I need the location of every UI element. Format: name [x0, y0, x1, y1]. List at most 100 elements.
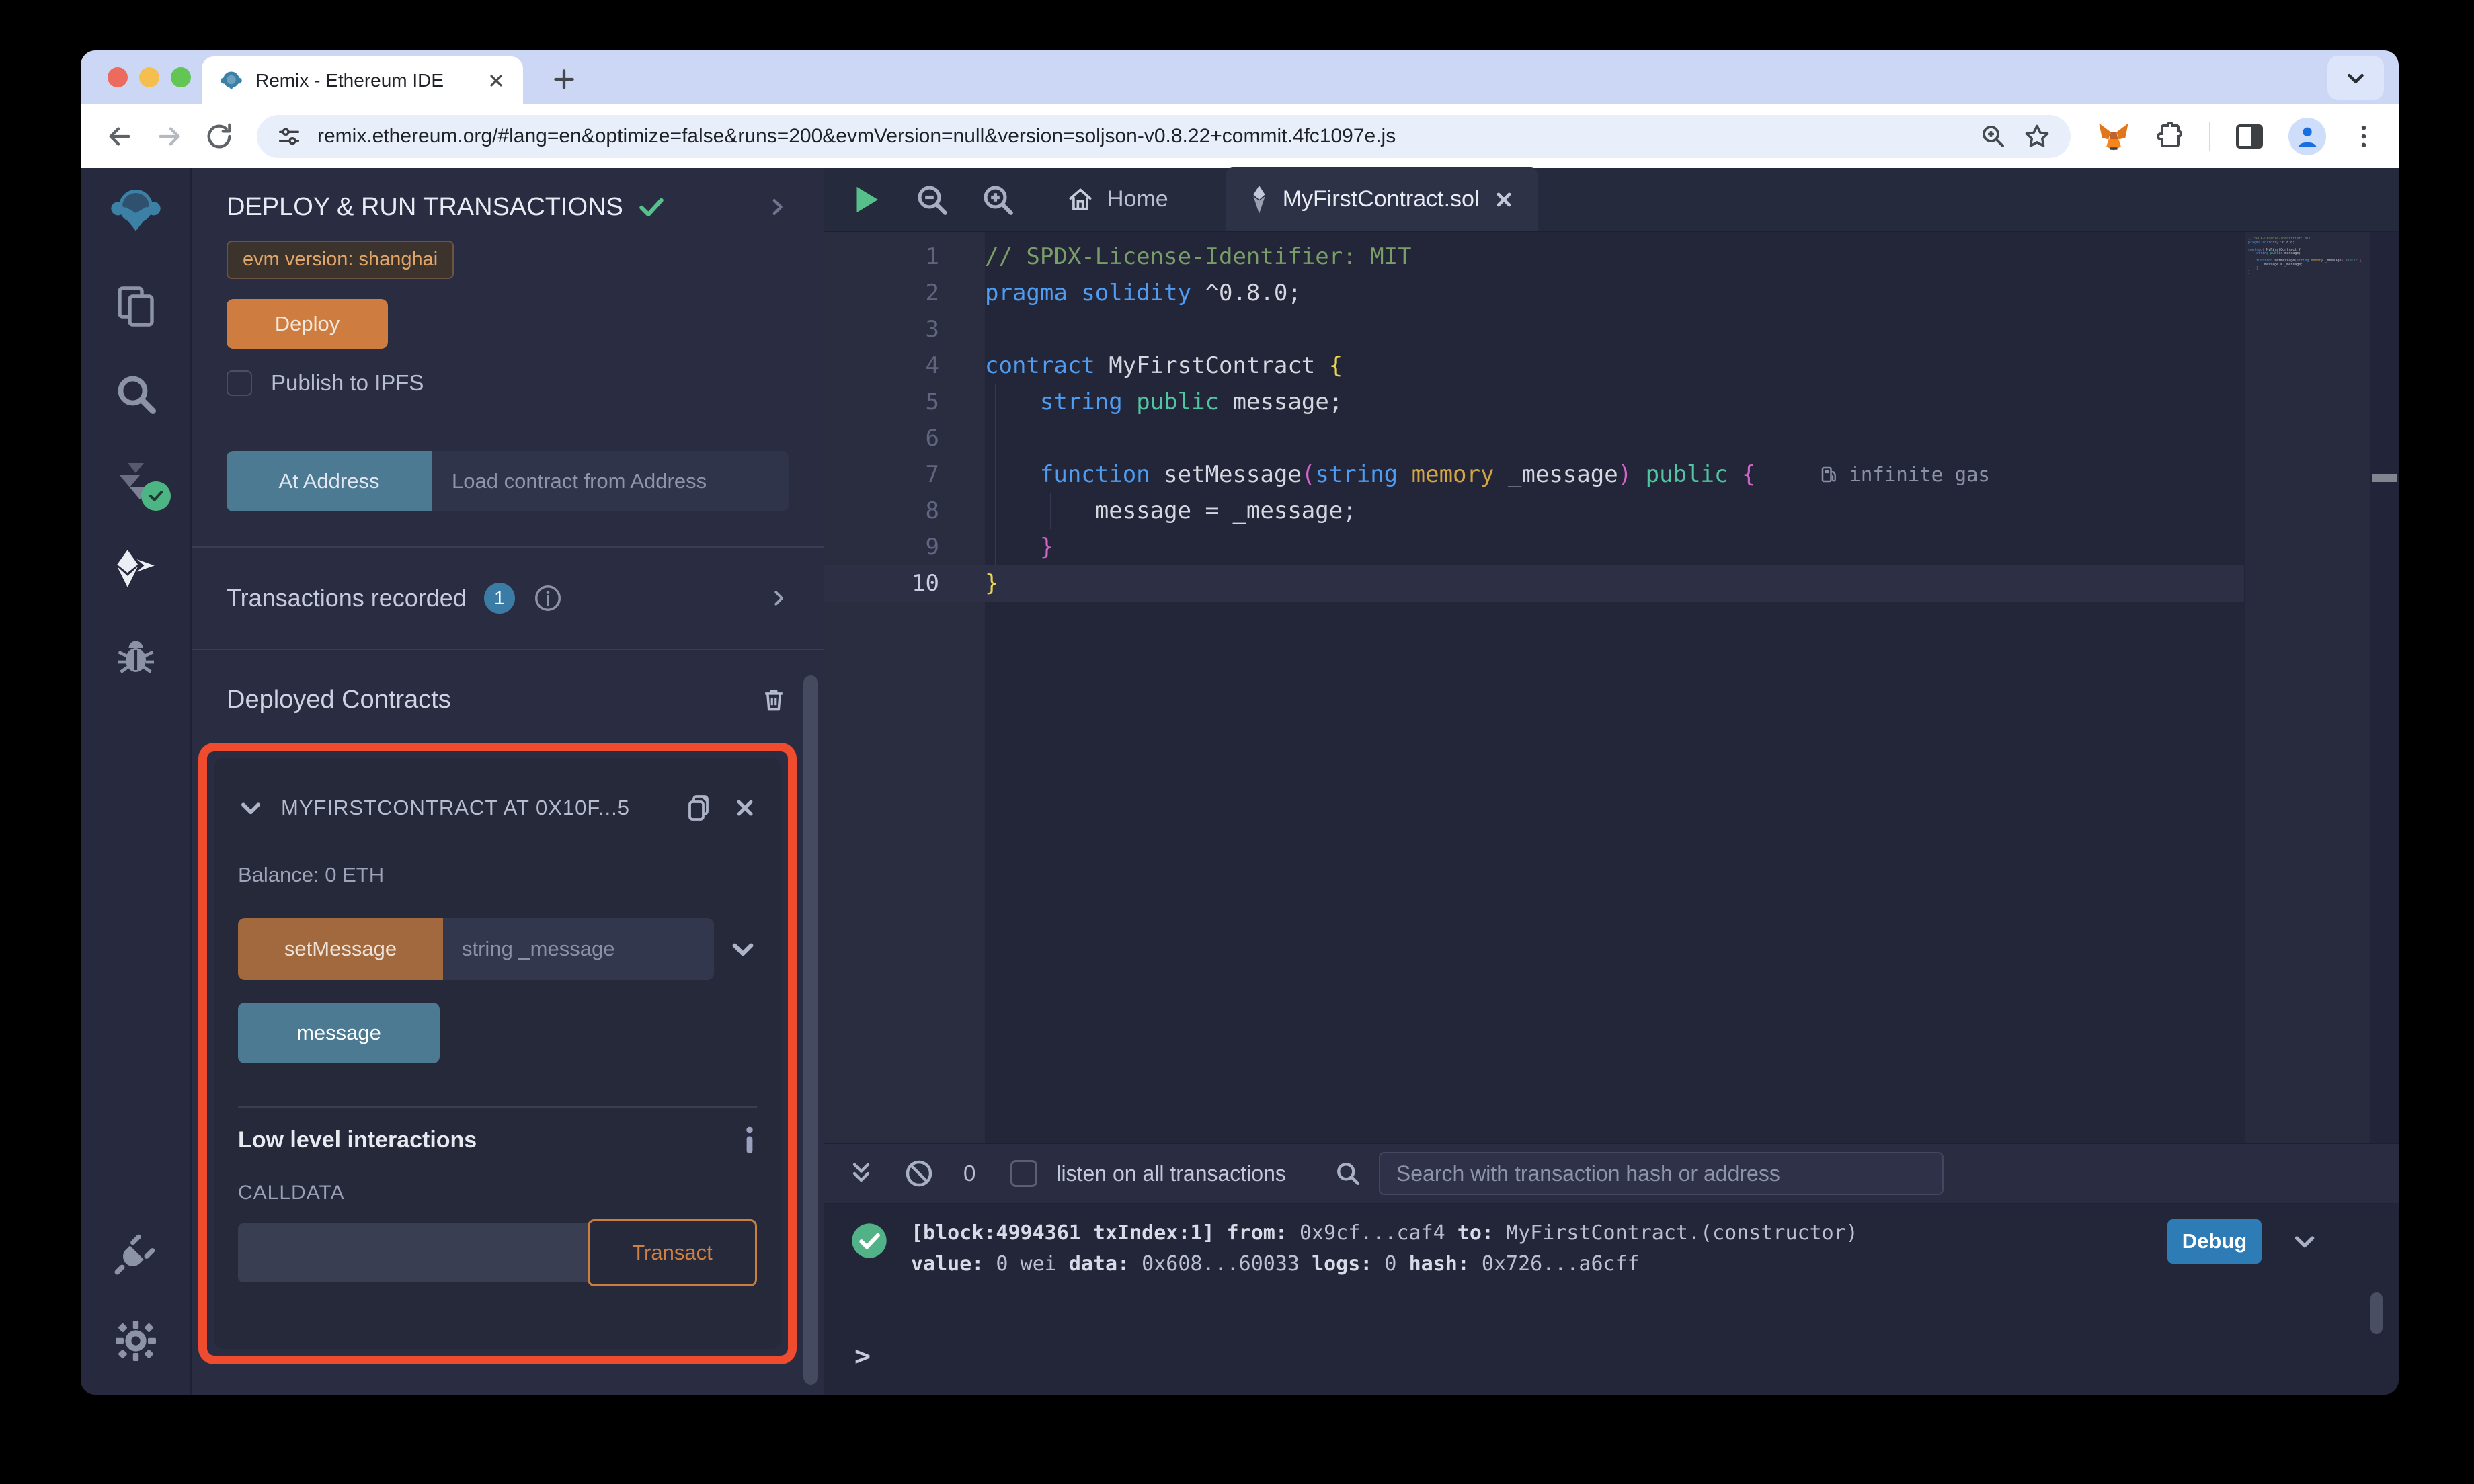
publish-row: Publish to IPFS: [227, 370, 789, 396]
contract-close-icon[interactable]: [733, 796, 757, 820]
new-tab-button[interactable]: [545, 60, 584, 99]
contract-header-row[interactable]: MYFIRSTCONTRACT AT 0X10F...5: [238, 792, 757, 824]
editor-area: Home MyFirstContract.sol 1 // SPDX-Licen…: [824, 167, 2399, 1395]
pending-tx-count: 0: [963, 1161, 976, 1186]
toolbar-right: [2096, 117, 2379, 155]
code-line[interactable]: 9 }: [824, 529, 2244, 565]
extensions-puzzle-icon[interactable]: [2154, 120, 2186, 153]
code-line[interactable]: 5 string public message;: [824, 384, 2244, 420]
bookmark-star-icon[interactable]: [2022, 122, 2052, 151]
settings-gear-icon[interactable]: [109, 1314, 163, 1368]
url-text[interactable]: remix.ethereum.org/#lang=en&optimize=fal…: [317, 125, 1964, 148]
publish-ipfs-checkbox[interactable]: [227, 370, 252, 396]
metamask-extension-icon[interactable]: [2096, 119, 2131, 154]
code-line[interactable]: 7 function setMessage(string memory _mes…: [824, 456, 2244, 493]
tab-file-active[interactable]: MyFirstContract.sol: [1226, 167, 1538, 231]
debugger-icon[interactable]: [109, 629, 163, 683]
reload-icon[interactable]: [200, 118, 238, 155]
clear-console-icon[interactable]: [903, 1157, 935, 1190]
maximize-window-button[interactable]: [171, 67, 191, 87]
terminal-prompt[interactable]: >: [854, 1341, 871, 1372]
transactions-info-icon[interactable]: [532, 583, 563, 614]
remix-logo-icon[interactable]: [109, 183, 163, 237]
panel-scrollbar[interactable]: [803, 675, 818, 1385]
deployed-contracts-header: Deployed Contracts: [227, 685, 789, 714]
remix-app: DEPLOY & RUN TRANSACTIONS evm version: s…: [81, 167, 2399, 1395]
log-expand-chevron-icon[interactable]: [2291, 1228, 2318, 1255]
deploy-button[interactable]: Deploy: [227, 299, 388, 349]
close-window-button[interactable]: [108, 67, 128, 87]
zoom-page-icon[interactable]: [1979, 122, 2007, 151]
transactions-expand-chevron-icon[interactable]: [768, 588, 789, 608]
low-level-info-icon[interactable]: [742, 1125, 757, 1155]
minimap[interactable]: // SPDX-License-Identifier: MIT pragma so…: [2248, 237, 2366, 274]
terminal-search-icon: [1333, 1159, 1363, 1188]
debug-button[interactable]: Debug: [2167, 1219, 2262, 1264]
terminal-search-input[interactable]: [1378, 1152, 1944, 1195]
calldata-input[interactable]: [238, 1223, 588, 1282]
contract-collapse-chevron-icon[interactable]: [238, 795, 264, 821]
editor-scrollbar-lane[interactable]: [2370, 232, 2399, 1143]
solidity-compiler-icon[interactable]: [109, 454, 171, 511]
set-message-button[interactable]: setMessage: [238, 918, 443, 980]
editor-scrollbar-thumb[interactable]: [2372, 474, 2397, 482]
tab-search-button[interactable]: [2327, 56, 2384, 100]
minimize-window-button[interactable]: [139, 67, 159, 87]
code-line[interactable]: 2 pragma solidity ^0.8.0;: [824, 275, 2244, 311]
code-line[interactable]: 10}: [824, 565, 2244, 602]
at-address-input[interactable]: [432, 451, 789, 511]
message-button[interactable]: message: [238, 1003, 440, 1063]
copy-address-icon[interactable]: [683, 792, 715, 824]
transactions-count-badge: 1: [483, 583, 515, 614]
set-message-input[interactable]: [443, 918, 714, 980]
menu-dots-icon[interactable]: [2349, 122, 2379, 151]
code-lines: 1// SPDX-License-Identifier: MIT 2 pragma …: [824, 239, 2244, 602]
zoom-out-icon[interactable]: [908, 176, 955, 223]
forward-icon[interactable]: [151, 118, 188, 155]
set-message-row: setMessage: [238, 918, 757, 980]
calldata-row: Transact: [238, 1219, 757, 1286]
code-line[interactable]: 1// SPDX-License-Identifier: MIT: [824, 239, 2244, 275]
terminal-collapse-icon[interactable]: [848, 1160, 875, 1187]
tx-log-entry[interactable]: [block:4994361 txIndex:1] from: 0x9cf...…: [911, 1218, 1858, 1395]
transactions-recorded-label: Transactions recorded: [227, 584, 467, 612]
code-line[interactable]: 3: [824, 311, 2244, 347]
code-editor[interactable]: 1// SPDX-License-Identifier: MIT 2 pragma …: [824, 232, 2399, 1143]
back-icon[interactable]: [101, 118, 138, 155]
side-panel-icon[interactable]: [2233, 120, 2266, 153]
minimap-column[interactable]: [2245, 232, 2370, 1143]
site-settings-icon[interactable]: [276, 123, 303, 150]
at-address-button[interactable]: At Address: [227, 451, 432, 511]
solidity-file-icon: [1249, 185, 1269, 214]
search-icon[interactable]: [109, 367, 163, 421]
listen-checkbox[interactable]: [1010, 1160, 1038, 1187]
tab-close-icon[interactable]: [487, 71, 506, 90]
icon-rail: [81, 168, 192, 1395]
code-line[interactable]: 4 contract MyFirstContract {: [824, 347, 2244, 384]
code-line[interactable]: 8 message = _message;: [824, 493, 2244, 529]
terminal-log[interactable]: [block:4994361 txIndex:1] from: 0x9cf...…: [824, 1204, 2399, 1395]
transact-button[interactable]: Transact: [588, 1219, 757, 1286]
tab-home[interactable]: Home: [1049, 167, 1185, 231]
browser-tab[interactable]: Remix - Ethereum IDE: [202, 56, 523, 104]
trash-icon[interactable]: [759, 685, 789, 714]
tutorial-highlight-box: MYFIRSTCONTRACT AT 0X10F...5 Balance: 0 …: [198, 743, 797, 1364]
tx-success-icon: [850, 1222, 888, 1260]
deployed-contract-card: MYFIRSTCONTRACT AT 0X10F...5 Balance: 0 …: [214, 758, 781, 1349]
panel-pin-chevron-icon[interactable]: [766, 196, 789, 218]
file-explorer-icon[interactable]: [109, 280, 163, 333]
low-level-title: Low level interactions: [238, 1126, 477, 1153]
url-bar[interactable]: remix.ethereum.org/#lang=en&optimize=fal…: [257, 114, 2071, 158]
terminal-scrollbar-thumb[interactable]: [2370, 1292, 2383, 1334]
at-address-row: At Address: [227, 451, 789, 511]
run-script-play-icon[interactable]: [842, 176, 889, 223]
deploy-run-icon[interactable]: [109, 542, 163, 595]
profile-avatar[interactable]: [2288, 117, 2326, 155]
zoom-in-icon[interactable]: [974, 176, 1021, 223]
panel-check-icon: [637, 192, 666, 222]
expand-args-chevron-icon[interactable]: [729, 935, 757, 963]
code-line[interactable]: 6: [824, 420, 2244, 456]
low-level-row: Low level interactions: [238, 1125, 757, 1155]
tab-file-close-icon[interactable]: [1493, 189, 1515, 210]
plugin-manager-icon[interactable]: [109, 1227, 163, 1280]
